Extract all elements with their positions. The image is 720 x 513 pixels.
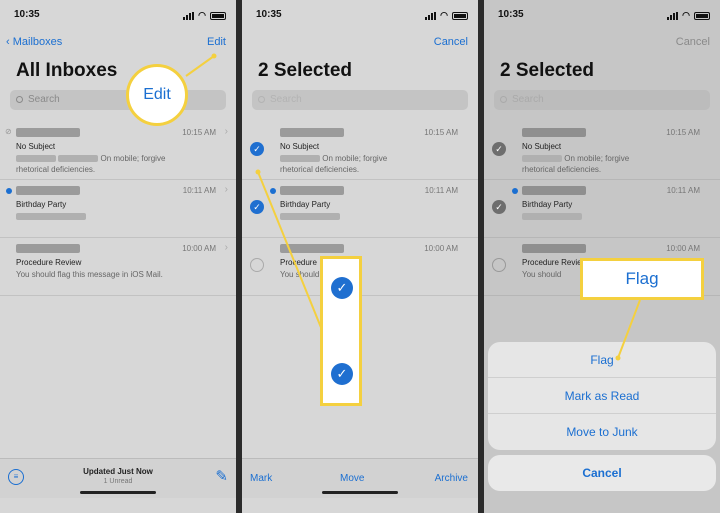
archive-button[interactable]: Archive: [435, 473, 468, 484]
tutorial-stage: 10:35 ◠ ‹ Mailboxes Edit All Inboxes Sea…: [0, 0, 720, 513]
edit-toolbar: Mark Move Archive: [242, 458, 478, 498]
home-indicator: [322, 491, 398, 494]
screen-all-inboxes: 10:35 ◠ ‹ Mailboxes Edit All Inboxes Sea…: [0, 0, 236, 513]
mark-button[interactable]: Mark: [250, 473, 272, 484]
callout-pointer: [185, 53, 217, 77]
move-button[interactable]: Move: [340, 473, 364, 484]
flag-callout: Flag: [580, 258, 704, 300]
edit-callout: Edit: [126, 64, 188, 126]
checkmark-icon: ✓: [331, 277, 353, 299]
callout-pointer: [615, 299, 641, 361]
screen-select-emails: 10:35 ◠ Cancel 2 Selected Search ✓ 10:15…: [242, 0, 478, 513]
checkmark-icon: ✓: [331, 363, 353, 385]
selection-callout: ✓ ✓: [320, 256, 362, 406]
screen-mark-action-sheet: 10:35 ◠ Cancel 2 Selected Search ✓ 10:15…: [484, 0, 720, 513]
